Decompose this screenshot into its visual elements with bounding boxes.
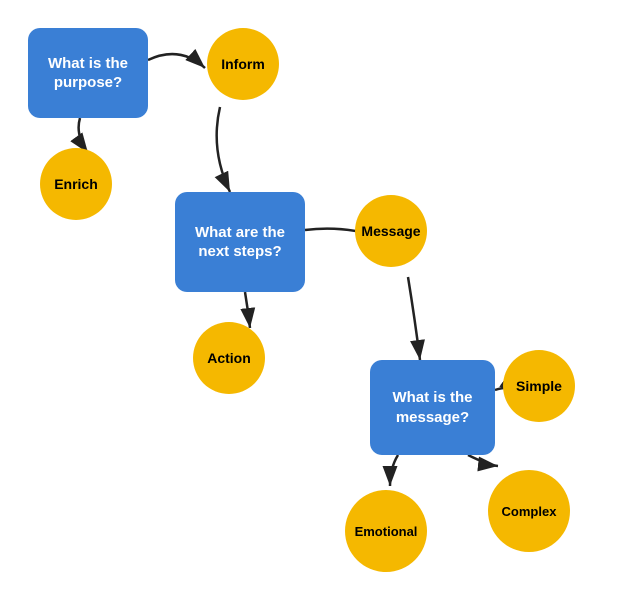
question-box-message: What is the message? [370, 360, 495, 455]
circle-message: Message [355, 195, 427, 267]
circle-enrich: Enrich [40, 148, 112, 220]
circle-inform: Inform [207, 28, 279, 100]
question-box-purpose: What is the purpose? [28, 28, 148, 118]
circle-complex: Complex [488, 470, 570, 552]
diagram-container: What is the purpose? What are the next s… [0, 0, 632, 598]
circle-action: Action [193, 322, 265, 394]
circle-emotional: Emotional [345, 490, 427, 572]
circle-simple: Simple [503, 350, 575, 422]
question-box-next-steps: What are the next steps? [175, 192, 305, 292]
